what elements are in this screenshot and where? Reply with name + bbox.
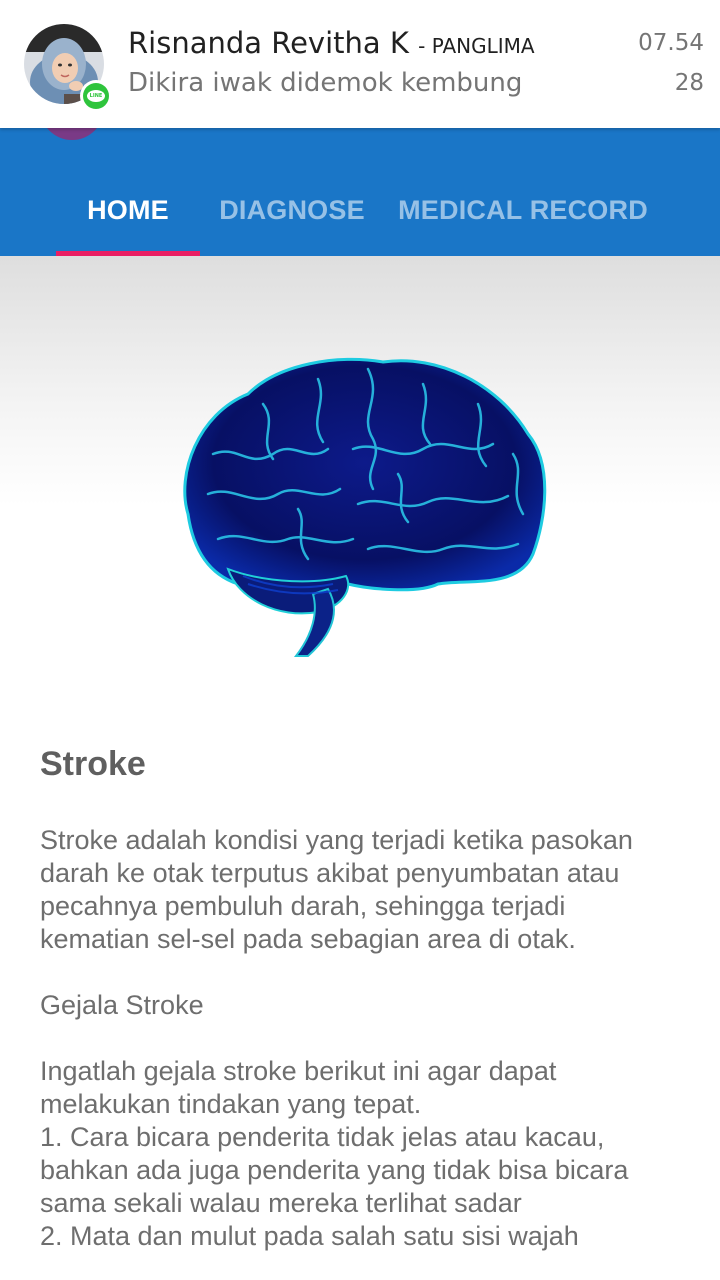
notification-title: Risnanda Revitha K - PANGLIMA: [128, 24, 535, 65]
notification-message: Dikira iwak didemok kembung: [128, 68, 523, 98]
home-content[interactable]: Stroke Stroke adalah kondisi yang terjad…: [0, 256, 720, 1280]
symptom-item: 2. Mata dan mulut pada salah satu sisi w…: [40, 1221, 579, 1251]
article-intro: Ingatlah gejala stroke berikut ini agar …: [40, 1056, 557, 1119]
symptom-item: 1. Cara bicara penderita tidak jelas ata…: [40, 1122, 629, 1218]
article: Stroke Stroke adalah kondisi yang terjad…: [40, 744, 680, 1253]
tab-bar: HOME DIAGNOSE MEDICAL RECORD: [0, 172, 720, 256]
notification-banner[interactable]: LINE Risnanda Revitha K - PANGLIMA Dikir…: [0, 0, 720, 128]
tab-home[interactable]: HOME: [56, 172, 200, 248]
tab-medical-record[interactable]: MEDICAL RECORD: [398, 172, 648, 248]
article-body: Stroke adalah kondisi yang terjadi ketik…: [40, 824, 680, 1253]
tab-diagnose[interactable]: DIAGNOSE: [212, 172, 372, 248]
article-paragraph: Stroke adalah kondisi yang terjadi ketik…: [40, 825, 633, 954]
notification-group: - PANGLIMA: [418, 34, 535, 58]
notification-sender: Risnanda Revitha K: [128, 26, 409, 60]
notification-time: 07.54: [638, 30, 704, 56]
screen: HOME DIAGNOSE MEDICAL RECORD LINE Risnan…: [0, 0, 720, 1280]
notification-count: 28: [674, 70, 704, 96]
article-title: Stroke: [40, 745, 146, 783]
brain-illustration: [168, 344, 552, 668]
line-icon: LINE: [80, 80, 112, 112]
article-subheading: Gejala Stroke: [40, 990, 204, 1020]
